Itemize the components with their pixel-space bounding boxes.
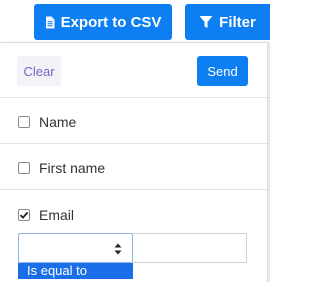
clear-button[interactable]: Clear (17, 56, 61, 86)
field-row-email: Email Is equal to (0, 190, 267, 282)
export-csv-button[interactable]: Export to CSV (34, 4, 172, 40)
file-csv-icon (45, 16, 55, 29)
email-value-input[interactable] (133, 233, 247, 263)
field-label-first-name: First name (39, 160, 106, 176)
operator-select[interactable] (18, 233, 133, 263)
filter-panel-header: Clear Send (0, 43, 267, 98)
filter-panel: Clear Send Name First name Email Is equa… (0, 42, 268, 282)
filter-button[interactable]: Filter (185, 4, 270, 40)
export-csv-label: Export to CSV (60, 13, 162, 31)
field-row-first-name: First name (0, 144, 267, 190)
funnel-icon (199, 15, 213, 29)
filter-ui: Export to CSV Filter Clear Send Name Fir… (0, 0, 270, 282)
email-checkbox[interactable] (18, 209, 30, 221)
sort-arrows-icon (114, 243, 122, 255)
name-checkbox[interactable] (18, 116, 30, 128)
operator-option-is-equal-to[interactable]: Is equal to (18, 263, 133, 279)
field-label-name: Name (39, 114, 77, 130)
field-label-email: Email (39, 207, 75, 223)
filter-label: Filter (219, 13, 256, 31)
checkmark-icon (19, 211, 29, 219)
first-name-checkbox[interactable] (18, 162, 30, 174)
field-row-name: Name (0, 98, 267, 144)
send-button[interactable]: Send (197, 56, 248, 86)
scrollbar-track[interactable] (268, 42, 270, 282)
